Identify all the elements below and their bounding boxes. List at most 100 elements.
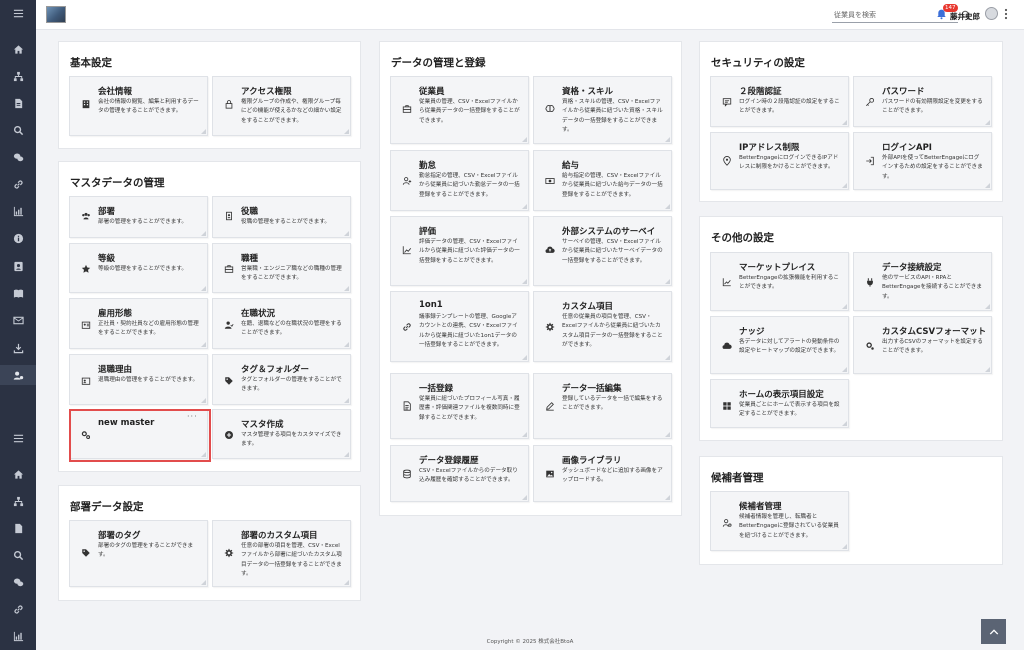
tile-title: タグ＆フォルダー — [241, 365, 310, 375]
tile-ip-restriction[interactable]: IPアドレス制限 BetterEngageにログインできるIPアドレスに制限をか… — [710, 132, 849, 190]
user-plus-icon — [402, 176, 412, 186]
sidebar-item-download[interactable] — [0, 338, 36, 358]
tile-description: 会社の情報の閲覧、編集と利用するデータの管理をすることができます。 — [98, 99, 199, 115]
sidebar-item-book[interactable] — [0, 283, 36, 303]
tile-description: ログイン時の２段階認証の設定をすることができます。 — [739, 99, 840, 115]
tile-description: 正社員・契約社員などの雇用形態の管理をすることができます。 — [98, 321, 199, 337]
sidebar-item-home-2[interactable] — [0, 464, 36, 484]
sidebar-item-search[interactable] — [0, 120, 36, 140]
sidebar-item-analytics[interactable] — [0, 201, 36, 221]
user-gear-icon — [13, 371, 23, 380]
tile-title: データ登録履歴 — [419, 456, 479, 466]
tile-custom-fields[interactable]: カスタム項目 任意の従業員の項目を管理、CSV・Excelファイルから従業員に紐… — [533, 291, 672, 362]
tile-department[interactable]: 部署 部署の管理をすることができます。 — [69, 196, 208, 238]
tile-marketplace[interactable]: マーケットプレイス BetterEngageの拡張機能を利用することができます。 — [710, 252, 849, 311]
tile-candidate-management[interactable]: 候補者管理 候補者情報を管理し、転職者とBetterEngageに登録されている… — [710, 491, 849, 551]
tile-title: データ一括編集 — [562, 384, 622, 394]
tile-nudge[interactable]: ナッジ 各データに対してアラートの発動条件の設定やヒートマップの設定ができます。 — [710, 316, 849, 374]
sidebar-item-search-2[interactable] — [0, 545, 36, 565]
link-icon — [13, 604, 23, 614]
user-status-icon — [224, 320, 234, 330]
sidebar-item-chat-2[interactable] — [0, 572, 36, 592]
sidebar-item-documents-2[interactable] — [0, 518, 36, 538]
tile-description: BetterEngageの拡張機能を利用することができます。 — [739, 275, 839, 291]
tile-employment-status[interactable]: 在職状況 在籍、退職などの在職状況の管理をすることができます。 — [212, 298, 351, 349]
tile-description: 従業員に紐づいたプロフィール写真・履歴書・評価関連ファイルを複数同時に登録するこ… — [419, 396, 520, 421]
tile-description: CSV・Excelファイルからのデータ取り込み履歴を確認することができます。 — [419, 468, 518, 484]
sidebar-item-chat[interactable] — [0, 147, 36, 167]
tile-title: 役職 — [241, 207, 259, 217]
app-logo[interactable] — [46, 6, 66, 23]
tile-employees[interactable]: 従業員 従業員の管理、CSV・Excelファイルから従業員データの一括登録をする… — [390, 76, 529, 144]
sidebar-item-mail[interactable] — [0, 310, 36, 330]
tile-bulk-edit[interactable]: データ一括編集 登録しているデータを一括で編集をすることができます。 — [533, 373, 672, 439]
sidebar-item-org[interactable] — [0, 66, 36, 86]
user-avatar-icon[interactable] — [985, 7, 998, 20]
sidebar-item-org-2[interactable] — [0, 491, 36, 511]
download-icon — [13, 343, 23, 353]
tile-department-tags[interactable]: 部署のタグ 部署のタグの管理をすることができます。 — [69, 520, 208, 587]
tile-description: サーベイの管理、CSV・Excelファイルから従業員に紐づいたサーベイデータの一… — [562, 239, 663, 264]
tile-position[interactable]: 役職 役職の管理をすることができます。 — [212, 196, 351, 238]
sidebar-item-info[interactable] — [0, 228, 36, 248]
tile-attendance[interactable]: 勤怠 勤怠指定の管理、CSV・Excelファイルから従業員に紐づいた勤怠データの… — [390, 150, 529, 211]
tile-1on1[interactable]: 1on1 議事録テンプレートの管理、Googleアカウントとの連携、CSV・Ex… — [390, 291, 529, 362]
chat-icon — [13, 578, 23, 586]
kebab-menu-icon[interactable] — [1004, 8, 1008, 22]
tile-description: 在籍、退職などの在職状況の管理をすることができます。 — [241, 321, 342, 337]
sidebar-item-documents[interactable] — [0, 93, 36, 113]
sidebar-item-home[interactable] — [0, 39, 36, 59]
login-icon — [865, 156, 875, 166]
tile-create-master[interactable]: マスタ作成 マスタ管理する項目をカスタマイズできます。 — [212, 409, 351, 459]
tile-description: 他のサービスのAPI・RPAとBetterEngageを接続することができます。 — [882, 275, 982, 300]
tile-salary[interactable]: 給与 給与指定の管理、CSV・Excelファイルから従業員に紐づいた給与データの… — [533, 150, 672, 211]
sidebar-menu-toggle-2[interactable] — [0, 428, 36, 448]
tile-title: カスタムCSVフォーマット — [882, 327, 987, 337]
tile-title: ナッジ — [739, 327, 765, 337]
tile-two-factor-auth[interactable]: ２段階認証 ログイン時の２段階認証の設定をすることができます。 — [710, 76, 849, 127]
mail-icon — [12, 316, 24, 324]
org-chart-icon — [13, 71, 23, 81]
sidebar-item-settings[interactable] — [0, 365, 36, 385]
tile-evaluation[interactable]: 評価 評価データの管理、CSV・Excelファイルから従業員に紐づいた評価データ… — [390, 216, 529, 286]
tile-external-survey[interactable]: 外部システムのサーベイ サーベイの管理、CSV・Excelファイルから従業員に紐… — [533, 216, 672, 286]
tile-department-custom-fields[interactable]: 部署のカスタム項目 任意の部署の項目を管理、CSV・Excelファイルから部署に… — [212, 520, 351, 587]
tile-employment-type[interactable]: 雇用形態 正社員・契約社員などの雇用形態の管理をすることができます。 — [69, 298, 208, 349]
tile-login-api[interactable]: ログインAPI 外部APIを使ってBetterEngageにログインするための設… — [853, 132, 992, 190]
tile-grade[interactable]: 等級 等級の管理をすることができます。 — [69, 243, 208, 293]
section-title: 基本設定 — [70, 57, 112, 69]
tile-data-connection[interactable]: データ接続設定 他のサービスのAPI・RPAとBetterEngageを接続する… — [853, 252, 992, 311]
tile-company-info[interactable]: 会社情報 会社の情報の閲覧、編集と利用するデータの管理をすることができます。 — [69, 76, 208, 136]
tile-access-rights[interactable]: アクセス権限 権限グループの作成や、権限グループ毎にどの機能が使えるかなどの細か… — [212, 76, 351, 136]
section-title: セキュリティの設定 — [711, 57, 805, 69]
star-icon — [81, 264, 91, 274]
user-name[interactable]: 藤井史郎 — [950, 11, 980, 22]
tile-tags-folders[interactable]: タグ＆フォルダー タグとフォルダーの管理をすることができます。 — [212, 354, 351, 405]
section-title: その他の設定 — [711, 232, 774, 244]
tile-title: 一括登録 — [419, 384, 454, 394]
message-icon — [722, 97, 732, 107]
tile-home-display-settings[interactable]: ホームの表示項目設定 従業員ごとにホームで表示する項目を設定することができます。 — [710, 379, 849, 428]
sidebar-menu-toggle[interactable] — [0, 3, 36, 23]
tile-resignation-reason[interactable]: 退職理由 退職理由の管理をすることができます。 — [69, 354, 208, 405]
sidebar-item-link-2[interactable] — [0, 599, 36, 619]
tile-registration-history[interactable]: データ登録履歴 CSV・Excelファイルからのデータ取り込み履歴を確認すること… — [390, 445, 529, 502]
section-title: マスタデータの管理 — [70, 177, 165, 189]
sidebar-item-link[interactable] — [0, 174, 36, 194]
cloud-icon — [722, 341, 732, 351]
tile-qualifications-skills[interactable]: 資格・スキル 資格・スキルの管理、CSV・Excelファイルから従業員に紐づいた… — [533, 76, 672, 144]
scroll-to-top-button[interactable] — [981, 619, 1006, 644]
sidebar-item-profile[interactable] — [0, 256, 36, 276]
tile-description: パスワードの有効期限設定を変更をすることができます。 — [882, 99, 983, 115]
tile-custom-csv-format[interactable]: カスタムCSVフォーマット 出力するCSVのフォーマットを設定することができます… — [853, 316, 992, 374]
tile-title: カスタム項目 — [562, 302, 614, 312]
tile-password[interactable]: パスワード パスワードの有効期限設定を変更をすることができます。 — [853, 76, 992, 127]
tile-bulk-registration[interactable]: 一括登録 従業員に紐づいたプロフィール写真・履歴書・評価関連ファイルを複数同時に… — [390, 373, 529, 439]
user-gear-icon — [722, 518, 732, 528]
tile-image-library[interactable]: 画像ライブラリ ダッシュボードなどに追加する画像をアップロードする。 — [533, 445, 672, 502]
tile-title: 画像ライブラリ — [562, 456, 622, 466]
tile-description: 出力するCSVのフォーマットを設定することができます。 — [882, 339, 983, 355]
tile-job-type[interactable]: 職種 営業職・エンジニア職などの職種の管理をすることができます。 — [212, 243, 351, 293]
section-title: 部署データ設定 — [70, 501, 144, 513]
tile-description: 資格・スキルの管理、CSV・Excelファイルから従業員に紐づいた資格・スキルデ… — [562, 99, 663, 133]
